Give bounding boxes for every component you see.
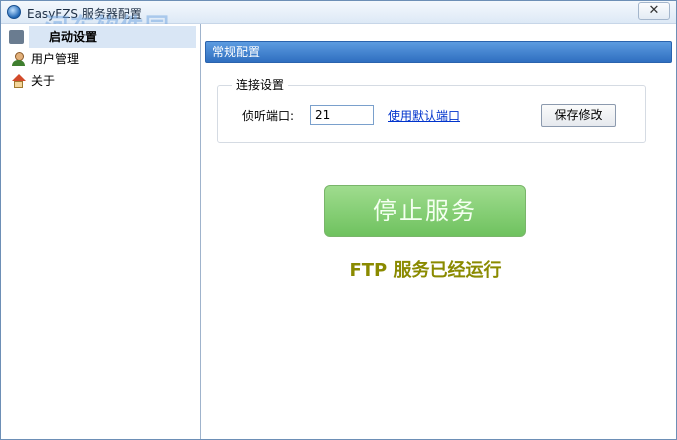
sidebar-item-startup[interactable]: 启动设置 (9, 26, 196, 48)
port-label: 侦听端口: (242, 109, 295, 123)
close-button[interactable]: ✕ (638, 2, 670, 20)
sidebar-item-label: 关于 (31, 74, 56, 88)
stop-service-button[interactable]: 停止服务 (324, 185, 526, 237)
section-header: 常规配置 (205, 41, 672, 63)
group-legend: 连接设置 (232, 78, 289, 92)
startup-icon (9, 30, 24, 44)
app-window: EasyFZS 服务器配置 ✕ 河东软件园 www.pc0359.cn 启动设置… (0, 0, 677, 440)
save-button[interactable]: 保存修改 (541, 104, 616, 127)
sidebar-item-label: 用户管理 (31, 52, 80, 66)
sidebar-item-users[interactable]: 用户管理 (1, 48, 200, 70)
main-panel: 常规配置 连接设置 侦听端口: 使用默认端口 保存修改 停止服务 FTP 服务已… (205, 41, 672, 437)
service-status: FTP 服务已经运行 (349, 260, 502, 281)
title-bar[interactable]: EasyFZS 服务器配置 ✕ (1, 1, 676, 24)
use-default-port-link[interactable]: 使用默认端口 (388, 108, 460, 124)
sidebar-item-about[interactable]: 关于 (1, 70, 200, 92)
home-icon (11, 74, 26, 88)
port-input[interactable] (310, 105, 374, 125)
window-title: EasyFZS 服务器配置 (27, 7, 142, 21)
sidebar: 启动设置 用户管理 关于 (1, 24, 201, 439)
user-icon (11, 52, 26, 66)
sidebar-item-label: 启动设置 (49, 30, 98, 44)
app-logo-icon (7, 5, 21, 19)
connection-settings-group: 连接设置 侦听端口: 使用默认端口 保存修改 (217, 78, 646, 143)
